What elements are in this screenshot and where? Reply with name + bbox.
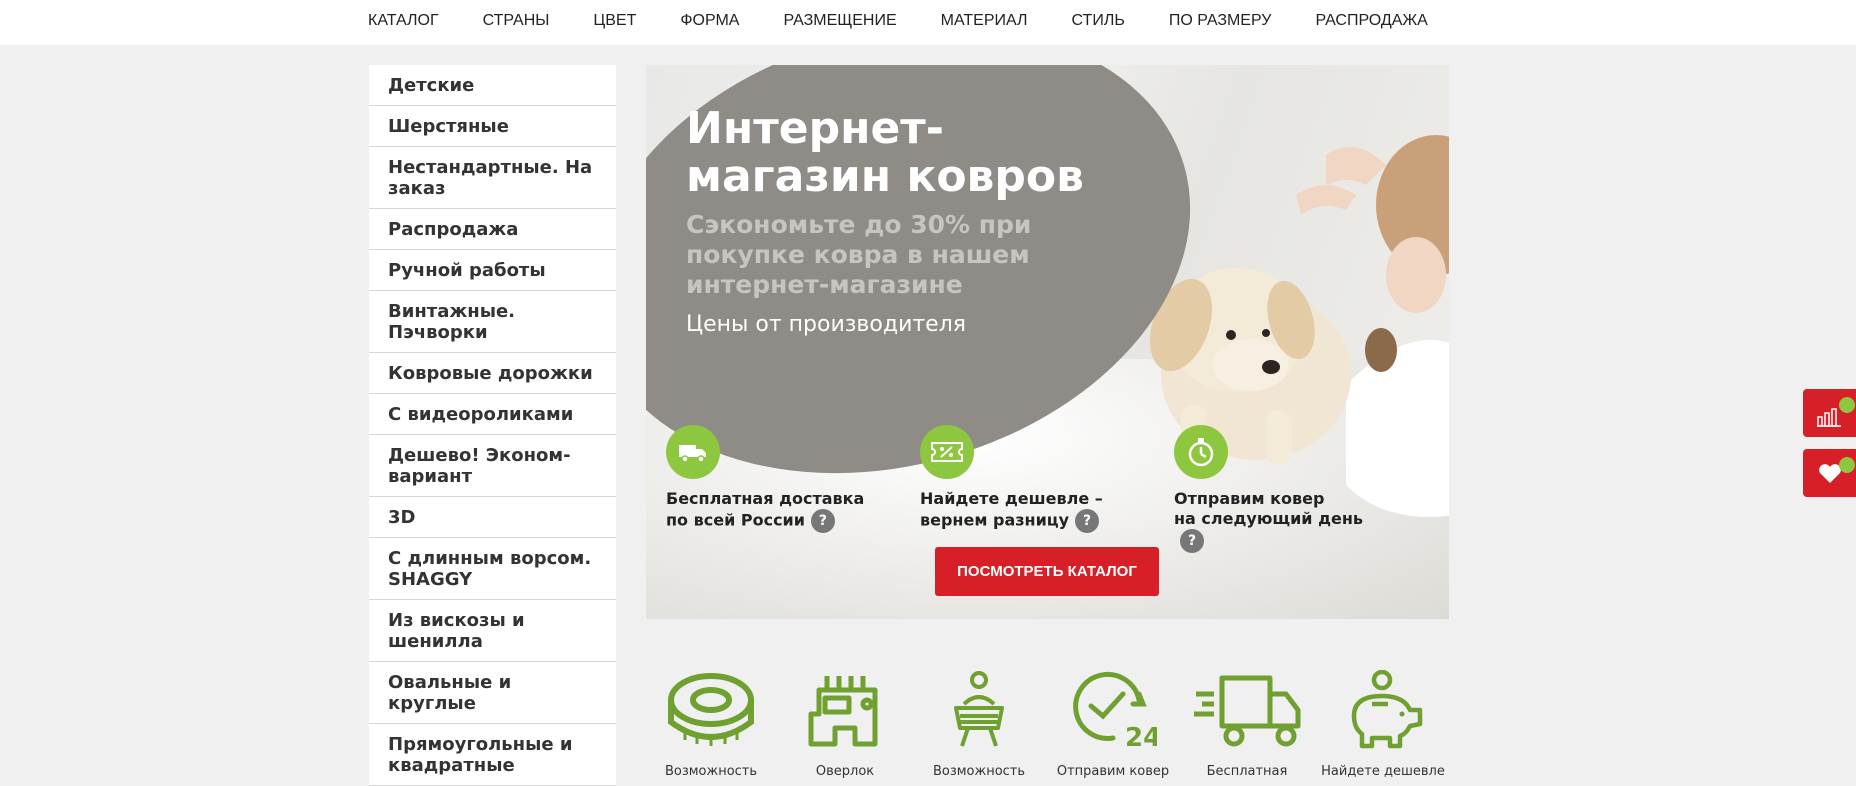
sidebar-item-economy[interactable]: Дешево! Эконом-вариант: [369, 435, 616, 497]
hero-subtitle: Сэкономьте до 30% при покупке ковра в на…: [686, 210, 1032, 299]
nav-item-by-size[interactable]: ПО РАЗМЕРУ: [1169, 0, 1272, 42]
badge-dot: [1839, 457, 1855, 473]
benefit-label: Бесплатная: [1206, 764, 1288, 779]
sidebar-item-sale[interactable]: Распродажа: [369, 209, 616, 250]
benefit-label: Возможность: [664, 764, 758, 779]
benefit-item[interactable]: Возможность: [914, 670, 1044, 779]
svg-text:24: 24: [1125, 723, 1157, 750]
feature-line2: по всей России: [666, 510, 805, 530]
sidebar-item-shaggy[interactable]: С длинным ворсом. SHAGGY: [369, 538, 616, 600]
nav-item-style[interactable]: СТИЛЬ: [1072, 0, 1125, 42]
feature-free-delivery: Бесплатная доставка по всей России?: [666, 425, 866, 533]
hero-price-note: Цены от производителя: [686, 312, 967, 337]
help-icon[interactable]: ?: [810, 509, 835, 533]
nav-item-countries[interactable]: СТРАНЫ: [483, 0, 550, 42]
nav-item-sale[interactable]: РАСПРОДАЖА: [1315, 0, 1427, 42]
benefits-row: Возможность Оверлок Возможность 24 Отпра…: [646, 670, 1449, 785]
nav-item-material[interactable]: МАТЕРИАЛ: [941, 0, 1028, 42]
benefit-item[interactable]: Оверлок: [780, 670, 910, 779]
benefit-label: Возможность: [932, 764, 1026, 779]
nav-item-color[interactable]: ЦВЕТ: [593, 0, 636, 42]
benefit-label: Найдете дешевле: [1321, 764, 1445, 779]
hero-banner: Интернет-магазин ковров Сэкономьте до 30…: [646, 65, 1449, 619]
sidebar-item-custom[interactable]: Нестандартные. На заказ: [369, 147, 616, 209]
sidebar-item-with-video[interactable]: С видеороликами: [369, 394, 616, 435]
sidebar-item-oval-round[interactable]: Овальные и круглые: [369, 662, 616, 724]
sidebar-item-handmade[interactable]: Ручной работы: [369, 250, 616, 291]
benefit-label: Отправим ковер: [1056, 764, 1170, 779]
sidebar-item-rectangular[interactable]: Прямоугольные и квадратные: [369, 724, 616, 786]
discount-coupon-icon: [920, 425, 974, 479]
benefit-item[interactable]: Найдете дешевле: [1318, 670, 1448, 779]
feature-line1: Бесплатная доставка: [666, 489, 865, 508]
sidebar-item-wool[interactable]: Шерстяные: [369, 106, 616, 147]
benefit-item[interactable]: 24 Отправим ковер: [1048, 670, 1178, 779]
person-carpet-icon: [954, 671, 1004, 747]
help-icon[interactable]: ?: [1075, 509, 1100, 533]
sidebar-item-viscose[interactable]: Из вискозы и шенилла: [369, 600, 616, 662]
benefit-item[interactable]: Возможность: [646, 670, 776, 779]
overlock-machine-icon: [808, 676, 878, 747]
hero-title: Интернет-магазин ковров: [686, 103, 1084, 202]
sidebar-item-vintage[interactable]: Винтажные. Пэчворки: [369, 291, 616, 353]
feature-line1: Найдете дешевле –: [920, 489, 1103, 508]
truck-icon: [666, 425, 720, 479]
measuring-tape-icon: [668, 673, 754, 746]
nav-item-shape[interactable]: ФОРМА: [680, 0, 739, 42]
feature-line2: вернем разницу: [920, 510, 1070, 530]
clock-24-icon: 24: [1073, 671, 1157, 750]
feature-line2: на следующий день: [1174, 509, 1364, 528]
feature-line1: Отправим ковер: [1174, 489, 1325, 508]
nav-item-placement[interactable]: РАЗМЕЩЕНИЕ: [783, 0, 896, 42]
delivery-truck-icon: [1194, 675, 1301, 747]
stopwatch-icon: [1174, 425, 1228, 479]
sidebar-item-3d[interactable]: 3D: [369, 497, 616, 538]
sidebar-item-kids[interactable]: Детские: [369, 65, 616, 106]
feature-price-match: Найдете дешевле – вернем разницу?: [920, 425, 1120, 533]
compare-widget[interactable]: [1803, 389, 1856, 437]
top-nav-list: КАТАЛОГ СТРАНЫ ЦВЕТ ФОРМА РАЗМЕЩЕНИЕ МАТ…: [368, 0, 1428, 42]
piggy-bank-icon: [1351, 670, 1423, 749]
top-navigation: КАТАЛОГ СТРАНЫ ЦВЕТ ФОРМА РАЗМЕЩЕНИЕ МАТ…: [0, 0, 1856, 45]
badge-dot: [1839, 397, 1855, 413]
feature-next-day: Отправим ковер на следующий день?: [1174, 425, 1374, 553]
help-icon[interactable]: ?: [1180, 529, 1204, 553]
benefit-item[interactable]: Бесплатная: [1182, 670, 1312, 779]
category-sidebar: Детские Шерстяные Нестандартные. На зака…: [369, 65, 616, 786]
benefit-label: Оверлок: [815, 764, 875, 779]
sidebar-item-runners[interactable]: Ковровые дорожки: [369, 353, 616, 394]
view-catalog-button[interactable]: ПОСМОТРЕТЬ КАТАЛОГ: [935, 547, 1159, 596]
favorites-widget[interactable]: [1803, 449, 1856, 497]
nav-item-catalog[interactable]: КАТАЛОГ: [368, 0, 439, 42]
